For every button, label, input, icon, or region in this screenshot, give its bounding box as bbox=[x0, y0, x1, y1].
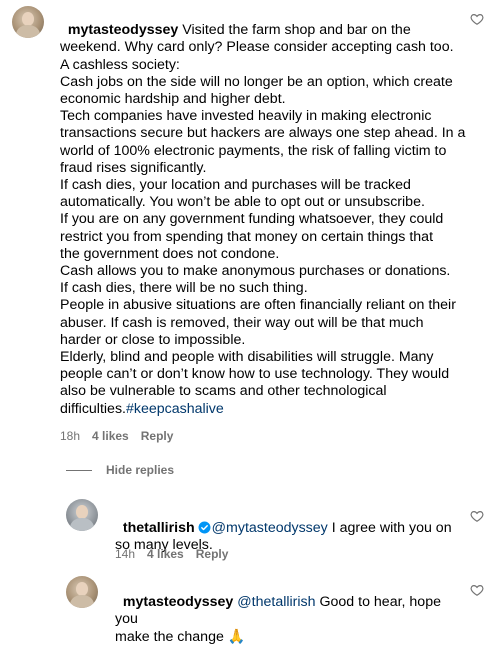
comment-line: harder or close to impossible. bbox=[60, 331, 246, 348]
comment-line: fraud rises significantly. bbox=[60, 159, 207, 176]
comment-line: If cash dies, your location and purchase… bbox=[60, 177, 411, 194]
reply-username[interactable]: mytasteodyssey bbox=[123, 594, 233, 610]
heart-outline-icon[interactable] bbox=[470, 509, 484, 523]
comment-line: People in abusive situations are often f… bbox=[60, 297, 456, 314]
hide-replies-label[interactable]: Hide replies bbox=[106, 463, 174, 477]
hashtag-link[interactable]: #keepcashalive bbox=[126, 401, 224, 417]
comment-line: the government does not condone. bbox=[60, 245, 280, 262]
likes-count[interactable]: 4 likes bbox=[147, 547, 184, 561]
comment-line: restrict you from spending that money on… bbox=[60, 228, 434, 245]
divider bbox=[66, 469, 92, 471]
comment-line: Cash jobs on the side will no longer be … bbox=[60, 73, 453, 90]
comment-text: Visited the farm shop and bar on the week… bbox=[60, 22, 465, 416]
avatar[interactable] bbox=[66, 576, 98, 608]
comment-line: weekend. Why card only? Please consider … bbox=[60, 39, 454, 56]
reply-username[interactable]: thetallirish bbox=[123, 520, 195, 536]
comment-line: also be vulnerable to scams and other te… bbox=[60, 383, 387, 400]
timestamp: 14h bbox=[115, 547, 136, 561]
reply-body: mytasteodyssey @thetallirish Good to hea… bbox=[115, 577, 465, 646]
mention-link[interactable]: @mytasteodyssey bbox=[212, 520, 328, 536]
comment-line: economic hardship and higher debt. bbox=[60, 91, 286, 108]
comment-line: automatically. You won’t be able to opt … bbox=[60, 194, 425, 211]
comment-line: If cash dies, there will be no such thin… bbox=[60, 280, 308, 297]
heart-outline-icon[interactable] bbox=[470, 12, 484, 26]
reply-text-cont: make the change 🙏 bbox=[115, 628, 246, 645]
comment-line: difficulties. bbox=[60, 400, 126, 417]
reply-button[interactable]: Reply bbox=[141, 429, 174, 443]
likes-count[interactable]: 4 likes bbox=[92, 429, 129, 443]
comment-line: Tech companies have invested heavily in … bbox=[60, 108, 432, 125]
comment-line: transactions secure but hackers are alwa… bbox=[60, 125, 466, 142]
comment-line: Cash allows you to make anonymous purcha… bbox=[60, 263, 451, 280]
comment-username[interactable]: mytasteodyssey bbox=[68, 22, 178, 38]
reply-text: I agree with you on bbox=[327, 520, 452, 537]
hide-replies-toggle[interactable]: Hide replies bbox=[66, 463, 174, 477]
comment-line: Elderly, blind and people with disabilit… bbox=[60, 349, 434, 366]
avatar[interactable] bbox=[12, 6, 44, 38]
verified-badge-icon bbox=[198, 521, 211, 534]
comment-meta: 18h 4 likes Reply bbox=[60, 429, 173, 443]
avatar[interactable] bbox=[66, 499, 98, 531]
comment-line: people can’t or don’t know how to use te… bbox=[60, 366, 450, 383]
reply-meta: 14h 4 likes Reply bbox=[115, 547, 228, 561]
comment-line: Visited the farm shop and bar on the bbox=[178, 22, 411, 39]
timestamp: 18h bbox=[60, 429, 81, 443]
heart-outline-icon[interactable] bbox=[470, 583, 484, 597]
comment-line: If you are on any government funding wha… bbox=[60, 211, 444, 228]
comment-body: mytasteodyssey Visited the farm shop and… bbox=[60, 5, 470, 418]
comment-line: abuser. If cash is removed, their way ou… bbox=[60, 314, 424, 331]
mention-link[interactable]: @thetallirish bbox=[237, 594, 315, 610]
reply-button[interactable]: Reply bbox=[196, 547, 229, 561]
comment-line: world of 100% electronic payments, the r… bbox=[60, 142, 447, 159]
comment-line: A cashless society: bbox=[60, 56, 180, 73]
